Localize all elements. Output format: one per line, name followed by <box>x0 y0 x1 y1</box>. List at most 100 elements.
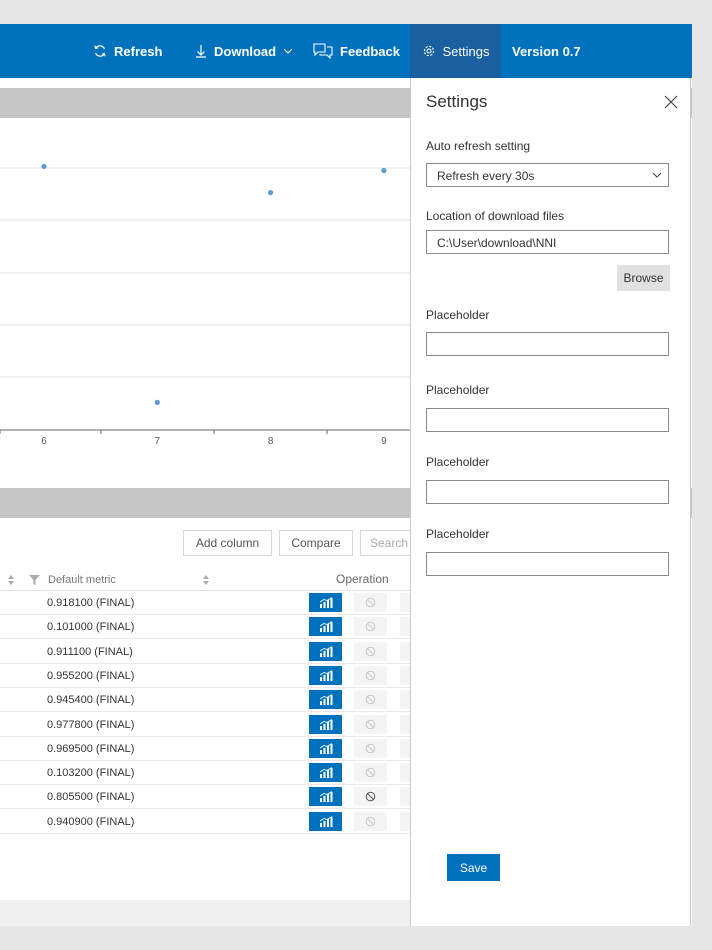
table-row: 0.977800 (FINAL) <box>0 713 410 737</box>
trial-chart-button[interactable] <box>309 763 342 783</box>
chevron-down-icon <box>652 172 662 178</box>
placeholder-input-3[interactable] <box>426 480 669 504</box>
placeholder-input-1[interactable] <box>426 332 669 356</box>
x-tick-label: 6 <box>41 436 47 447</box>
block-icon <box>365 694 376 705</box>
metric-value: 0.977800 (FINAL) <box>47 718 135 731</box>
chevron-down-icon <box>283 48 293 54</box>
kill-trial-button[interactable] <box>354 763 387 783</box>
trial-chart-button[interactable] <box>309 714 342 734</box>
block-icon <box>365 767 376 778</box>
trial-chart-button[interactable] <box>309 617 342 637</box>
scatter-point[interactable] <box>154 399 160 405</box>
bar-chart-icon <box>319 694 332 706</box>
settings-label: Settings <box>442 43 490 59</box>
add-column-button[interactable]: Add column <box>183 530 272 556</box>
trial-chart-button[interactable] <box>309 593 342 612</box>
metric-value: 0.969500 (FINAL) <box>47 742 135 755</box>
browse-button[interactable]: Browse <box>617 265 670 291</box>
block-icon <box>365 719 376 729</box>
more-operation-cell <box>400 690 410 710</box>
bar-chart-icon <box>319 621 332 633</box>
block-icon <box>365 792 376 802</box>
x-tick-label: 7 <box>155 436 161 447</box>
more-operation-cell <box>400 763 410 783</box>
refresh-button[interactable]: Refresh <box>93 24 162 78</box>
placeholder-input-4[interactable] <box>426 552 669 576</box>
scatter-point[interactable] <box>41 163 47 170</box>
block-icon <box>365 646 376 656</box>
auto-refresh-dropdown[interactable]: Refresh every 30s <box>426 163 669 187</box>
block-icon <box>365 597 376 608</box>
table-row: 0.969500 (FINAL) <box>0 737 410 761</box>
metric-value: 0.955200 (FINAL) <box>47 669 135 682</box>
kill-trial-button[interactable] <box>354 641 387 661</box>
kill-trial-button[interactable] <box>354 690 387 710</box>
version-label: Version 0.7 <box>512 43 581 59</box>
top-navigation-bar: Refresh Download Feedback Settings Versi… <box>0 24 692 78</box>
placeholder-input-2[interactable] <box>426 408 669 432</box>
operation-header: Operation <box>336 572 389 586</box>
settings-button[interactable]: Settings <box>410 24 501 78</box>
footer-bar <box>0 900 410 926</box>
kill-trial-button[interactable] <box>354 714 387 734</box>
placeholder-label-4: Placeholder <box>426 527 490 541</box>
refresh-icon <box>94 45 106 57</box>
metric-value: 0.103200 (FINAL) <box>47 767 135 780</box>
block-icon <box>365 743 376 754</box>
kill-trial-button[interactable] <box>354 665 387 685</box>
scatter-chart: 6 7 8 9 <box>0 118 410 458</box>
download-button[interactable]: Download <box>195 24 293 78</box>
more-operation-cell <box>400 641 410 661</box>
more-operation-cell <box>400 714 410 734</box>
trial-chart-button[interactable] <box>309 641 342 661</box>
settings-panel: Settings Auto refresh setting Refresh ev… <box>410 78 691 926</box>
scatter-point[interactable] <box>381 167 387 174</box>
kill-trial-button[interactable] <box>354 738 387 758</box>
save-button[interactable]: Save <box>447 854 500 881</box>
close-icon[interactable] <box>663 94 679 110</box>
table-row: 0.955200 (FINAL) <box>0 664 410 688</box>
filter-icon[interactable] <box>29 574 40 588</box>
auto-refresh-label: Auto refresh setting <box>426 139 531 153</box>
more-operation-cell <box>400 811 410 831</box>
metric-value: 0.945400 (FINAL) <box>47 694 135 707</box>
auto-refresh-value: Refresh every 30s <box>437 169 535 183</box>
table-row: 0.940900 (FINAL) <box>0 810 410 834</box>
metric-value: 0.805500 (FINAL) <box>47 791 135 804</box>
refresh-label: Refresh <box>114 43 163 59</box>
bar-chart-icon <box>319 742 332 754</box>
feedback-button[interactable]: Feedback <box>313 24 400 78</box>
kill-trial-button[interactable] <box>354 787 387 807</box>
bar-chart-icon <box>319 645 332 657</box>
x-tick-label: 8 <box>268 436 274 447</box>
download-location-value: C:\User\download\NNI <box>437 236 557 250</box>
compare-button[interactable]: Compare <box>279 530 353 556</box>
more-operation-cell <box>400 665 410 685</box>
table-row: 0.805500 (FINAL) <box>0 785 410 810</box>
trial-chart-button[interactable] <box>309 690 342 710</box>
trial-chart-button[interactable] <box>309 738 342 758</box>
sort-icon[interactable] <box>7 574 15 588</box>
download-location-input[interactable]: C:\User\download\NNI <box>426 230 669 254</box>
placeholder-label-1: Placeholder <box>426 308 490 322</box>
metric-value: 0.940900 (FINAL) <box>47 815 135 828</box>
sort-icon[interactable] <box>202 574 210 588</box>
bar-chart-icon <box>319 597 332 608</box>
default-metric-header[interactable]: Default metric <box>48 574 116 586</box>
trial-chart-button[interactable] <box>309 787 342 807</box>
trial-chart-button[interactable] <box>309 665 342 685</box>
trial-chart-button[interactable] <box>309 811 342 831</box>
metric-value: 0.911100 (FINAL) <box>47 645 133 658</box>
kill-trial-button[interactable] <box>354 617 387 637</box>
kill-trial-button[interactable] <box>354 593 387 612</box>
download-location-label: Location of download files <box>426 209 565 223</box>
table-row: 0.918100 (FINAL) <box>0 591 410 615</box>
scatter-point[interactable] <box>268 190 274 196</box>
more-operation-cell <box>400 738 410 758</box>
search-input[interactable]: Search b <box>360 530 412 556</box>
download-label: Download <box>214 43 277 59</box>
table-row: 0.103200 (FINAL) <box>0 761 410 786</box>
feedback-icon <box>313 43 333 59</box>
kill-trial-button[interactable] <box>354 811 387 831</box>
